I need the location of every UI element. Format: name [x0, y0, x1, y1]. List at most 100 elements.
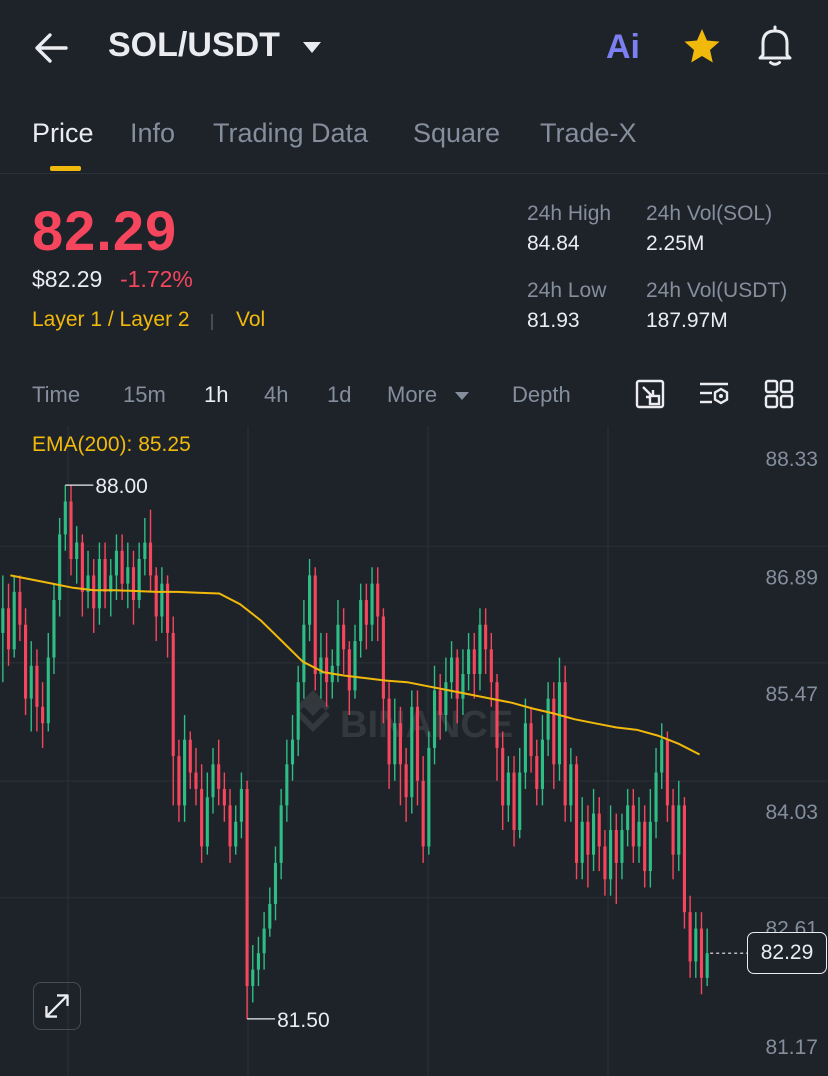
more-caret-icon[interactable] — [454, 390, 470, 402]
candle-body — [512, 772, 516, 831]
vol-usdt-value: 187.97M — [646, 309, 728, 332]
candle-body — [148, 542, 153, 576]
candle — [427, 731, 431, 855]
candle — [688, 895, 692, 978]
candle-body — [643, 821, 647, 872]
candle — [353, 624, 357, 699]
candle-body — [46, 657, 50, 724]
candle — [654, 747, 658, 839]
candle — [376, 567, 380, 642]
candle-body — [535, 756, 539, 789]
candle — [506, 756, 510, 822]
candle — [103, 542, 107, 609]
candle-body — [597, 813, 601, 847]
candle-body — [143, 542, 147, 560]
candle-body — [381, 616, 385, 699]
candle — [41, 682, 45, 748]
fullscreen-chart-icon[interactable] — [634, 378, 666, 410]
active-tab-indicator — [50, 166, 81, 171]
candle-body — [97, 559, 101, 609]
grid-layout-icon[interactable] — [763, 378, 795, 410]
candle — [489, 632, 493, 707]
interval-time[interactable]: Time — [32, 382, 80, 408]
tab-price[interactable]: Price — [32, 118, 94, 149]
ai-assistant-icon[interactable]: Ai — [606, 28, 640, 67]
candle-body — [279, 805, 283, 863]
category-tag[interactable]: Layer 1 / Layer 2 — [32, 308, 190, 332]
chevron-down-icon[interactable] — [300, 38, 324, 56]
candle-body — [620, 830, 624, 863]
candle-body — [688, 912, 692, 962]
candle-body — [694, 928, 698, 962]
candlestick-chart[interactable]: BINANCE 88.3386.8985.4784.0382.6181.17 8… — [0, 426, 828, 1076]
y-tick-label: 81.17 — [765, 1036, 818, 1059]
vol-tag[interactable]: Vol — [236, 308, 265, 332]
candle-body — [188, 739, 192, 773]
candle-body — [296, 682, 300, 740]
candle — [540, 715, 545, 806]
candle — [29, 641, 33, 732]
candle-body — [103, 559, 107, 592]
candle-body — [52, 600, 56, 658]
depth-tab[interactable]: Depth — [512, 382, 571, 408]
candle-body — [41, 706, 45, 724]
candle — [421, 756, 425, 863]
star-icon[interactable] — [682, 26, 722, 66]
tab-info[interactable]: Info — [130, 118, 175, 149]
expand-icon[interactable] — [33, 982, 81, 1030]
candle-body — [484, 624, 488, 650]
candle — [535, 739, 539, 806]
candles — [1, 485, 709, 1019]
candle — [603, 830, 607, 896]
candle-body — [6, 608, 11, 650]
candle — [97, 542, 101, 625]
candle-body — [461, 673, 465, 699]
candle — [705, 928, 709, 987]
pair-title[interactable]: SOL/USDT — [108, 26, 280, 65]
candle-body — [415, 706, 420, 781]
candle — [52, 583, 56, 674]
candle — [245, 780, 249, 1019]
candle-body — [631, 805, 635, 847]
bell-icon[interactable] — [755, 24, 795, 68]
candle-body — [228, 805, 232, 847]
back-arrow-icon[interactable] — [30, 28, 74, 68]
tab-square[interactable]: Square — [413, 118, 500, 149]
interval-4h[interactable]: 4h — [264, 382, 288, 408]
tab-trading-data[interactable]: Trading Data — [213, 118, 368, 149]
candle-body — [80, 542, 84, 592]
candle-body — [69, 501, 73, 560]
candle-body — [609, 830, 613, 880]
candle-body — [217, 764, 221, 789]
candle — [415, 690, 420, 806]
candle-body — [444, 682, 448, 716]
candle — [234, 805, 238, 855]
candle — [23, 608, 28, 716]
watermark: BINANCE — [296, 690, 513, 746]
interval-more[interactable]: More — [387, 382, 437, 408]
vol-sol-value: 2.25M — [646, 232, 705, 255]
indicator-settings-icon[interactable] — [698, 378, 730, 410]
candle — [194, 747, 198, 806]
candle — [222, 772, 226, 822]
interval-1d[interactable]: 1d — [327, 382, 351, 408]
interval-15m[interactable]: 15m — [123, 382, 166, 408]
candle-body — [222, 788, 226, 806]
candle — [302, 600, 306, 699]
low-value: 81.93 — [527, 309, 580, 332]
candle — [58, 517, 62, 617]
tab-trade-x[interactable]: Trade-X — [540, 118, 637, 149]
candle-body — [239, 788, 243, 822]
candle-body — [114, 550, 119, 576]
candle-body — [671, 805, 675, 855]
candle-body — [387, 698, 391, 765]
candle — [285, 739, 289, 822]
high-label: 24h High — [527, 202, 612, 225]
interval-1h[interactable]: 1h — [204, 382, 228, 408]
candle — [387, 682, 391, 789]
candle — [484, 608, 488, 674]
candle-body — [268, 903, 272, 929]
candle — [63, 485, 67, 551]
candle — [591, 788, 596, 872]
candle-body — [682, 805, 687, 913]
